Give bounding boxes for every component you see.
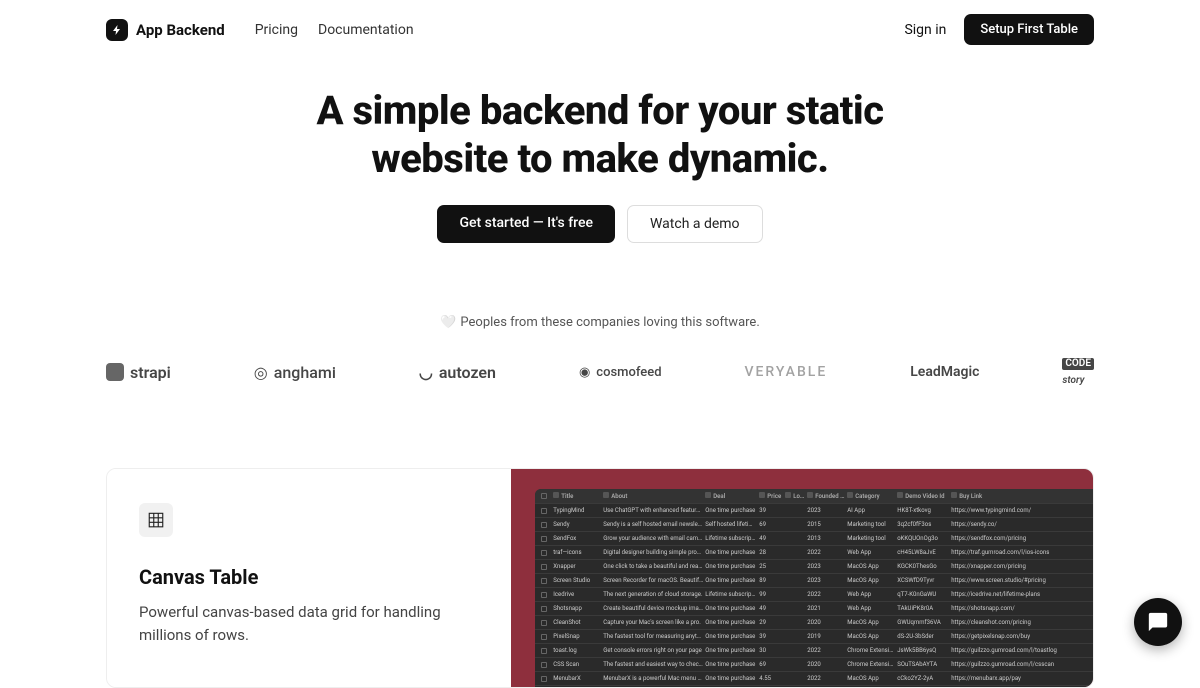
feature-title: Canvas Table <box>139 565 479 589</box>
logo-anghami: ◎ anghami <box>254 363 336 382</box>
setup-table-button[interactable]: Setup First Table <box>964 14 1094 45</box>
feature-desc: Powerful canvas-based data grid for hand… <box>139 601 479 646</box>
heart-icon: 🤍 <box>440 315 456 330</box>
nav-right: Sign in Setup First Table <box>904 14 1094 45</box>
logo-cosmofeed: ◉ cosmofeed <box>579 365 662 380</box>
table-row[interactable]: PixelSnapThe fastest tool for measuring … <box>535 630 1093 644</box>
table-row[interactable]: XnapperOne click to take a beautiful and… <box>535 560 1093 574</box>
hero: A simple backend for your static website… <box>0 59 1200 243</box>
table-row[interactable]: SendFoxGrow your audience with email cam… <box>535 532 1093 546</box>
data-table-preview: Title About Deal Price Logo Founded Year… <box>535 489 1093 687</box>
table-row[interactable]: CleanShotCapture your Mac's screen like … <box>535 616 1093 630</box>
hero-buttons: Get started — It's free Watch a demo <box>0 205 1200 243</box>
logo-strapi: strapi <box>106 363 171 382</box>
hero-title-line1: A simple backend for your static <box>316 87 883 134</box>
watch-demo-button[interactable]: Watch a demo <box>627 205 763 243</box>
social-proof-tagline: 🤍Peoples from these companies loving thi… <box>0 315 1200 330</box>
table-header: Title About Deal Price Logo Founded Year… <box>535 489 1093 504</box>
feature-panel: Canvas Table Powerful canvas-based data … <box>106 468 1094 688</box>
hero-title: A simple backend for your static website… <box>0 87 1200 183</box>
table-row[interactable]: ShotsnappCreate beautiful device mockup … <box>535 602 1093 616</box>
nav-link-documentation[interactable]: Documentation <box>318 22 414 38</box>
brand[interactable]: App Backend <box>106 19 225 41</box>
table-row[interactable]: traf—iconsDigital designer building simp… <box>535 546 1093 560</box>
logo-veryable: VERYABLE <box>744 364 827 380</box>
table-row[interactable]: IcedriveThe next generation of cloud sto… <box>535 588 1093 602</box>
nav-link-pricing[interactable]: Pricing <box>255 22 298 38</box>
table-row[interactable]: SendySendy is a self hosted email newsle… <box>535 518 1093 532</box>
top-nav: App Backend Pricing Documentation Sign i… <box>0 0 1200 59</box>
brand-name: App Backend <box>136 21 225 39</box>
table-row[interactable]: toast.logGet console errors right on you… <box>535 644 1093 658</box>
table-row[interactable]: React for BeginnersA premium step-by-ste… <box>535 686 1093 687</box>
table-row[interactable]: MenubarXMenubarX is a powerful Mac menu … <box>535 672 1093 686</box>
table-row[interactable]: TypingMindUse ChatGPT with enhanced feat… <box>535 504 1093 518</box>
grid-icon <box>139 503 173 537</box>
nav-links: Pricing Documentation <box>255 22 414 38</box>
company-logos: strapi ◎ anghami ◡ autozen ◉ cosmofeed V… <box>106 358 1094 386</box>
signin-link[interactable]: Sign in <box>904 22 946 38</box>
feature-text: Canvas Table Powerful canvas-based data … <box>107 469 511 687</box>
chat-button[interactable] <box>1134 598 1182 646</box>
logo-codestory: CODEstory <box>1062 358 1094 386</box>
bolt-icon <box>106 19 128 41</box>
feature-preview: Title About Deal Price Logo Founded Year… <box>511 469 1093 687</box>
logo-leadmagic: LeadMagic <box>910 364 979 380</box>
table-row[interactable]: Screen StudioScreen Recorder for macOS. … <box>535 574 1093 588</box>
logo-autozen: ◡ autozen <box>419 363 496 382</box>
table-row[interactable]: CSS ScanThe fastest and easiest way to c… <box>535 658 1093 672</box>
get-started-button[interactable]: Get started — It's free <box>437 205 615 243</box>
hero-title-line2: website to make dynamic. <box>371 135 828 182</box>
